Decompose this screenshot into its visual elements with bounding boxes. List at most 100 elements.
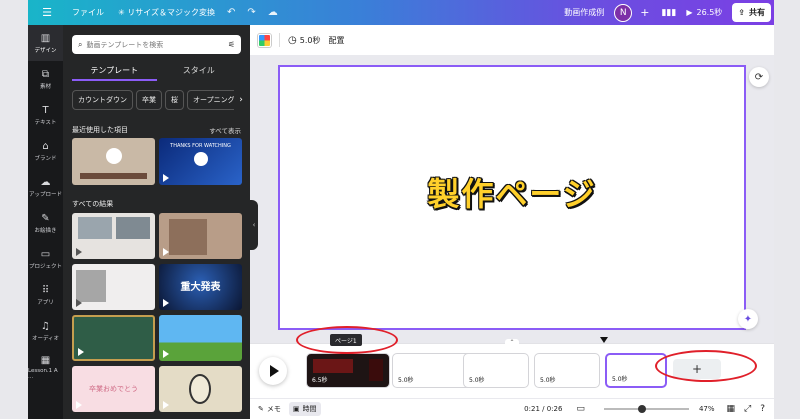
file-menu[interactable]: ファイル: [72, 7, 104, 18]
result-thumb-3[interactable]: [72, 264, 155, 310]
clip-duration: 6.5秒: [312, 377, 328, 384]
preview-button[interactable]: ▶ 26.5秒: [686, 7, 722, 18]
share-button[interactable]: ⇪ 共有: [732, 3, 771, 22]
music-icon: ♫: [41, 320, 50, 332]
zoom-slider[interactable]: [603, 405, 689, 413]
result-thumb-1[interactable]: [72, 213, 155, 259]
memo-label: メモ: [266, 405, 281, 413]
playhead[interactable]: [600, 337, 608, 343]
chip-sakura[interactable]: 桜: [165, 90, 184, 110]
undo-icon[interactable]: ↶: [227, 7, 235, 18]
rail-item-text[interactable]: T テキスト: [28, 97, 63, 133]
left-rail: ▥ デザイン ⧉ 素材 T テキスト ⌂ ブランド ☁ アップロード ✎ お絵描き ▭ プロジ…: [28, 25, 63, 419]
recent-title: 最近使用した項目: [72, 126, 128, 134]
lesson-thumb-icon: ▦: [40, 354, 51, 366]
rail-item-lesson[interactable]: ▦ Lesson.1 A ...: [28, 349, 63, 385]
analytics-icon[interactable]: ▮▮▮: [661, 8, 676, 18]
play-icon: [76, 299, 82, 307]
clip-duration: 5.0秒: [540, 377, 556, 384]
clip-duration: 5.0秒: [612, 376, 628, 383]
page-duration[interactable]: 5.0秒: [300, 35, 321, 46]
result-thumb-2[interactable]: [159, 213, 242, 259]
chevron-up-icon[interactable]: ⌃: [505, 339, 519, 347]
timeline-play-button[interactable]: [259, 357, 287, 385]
refresh-icon[interactable]: ⟳: [749, 67, 769, 87]
folder-icon: ▭: [40, 248, 51, 260]
rail-label: Lesson.1 A ...: [28, 367, 58, 380]
tab-template[interactable]: テンプレート: [72, 63, 157, 81]
magic-sparkle-icon[interactable]: ✦: [738, 309, 758, 329]
recent-header: 最近使用した項目 すべて表示: [72, 125, 241, 135]
result-thumb-7[interactable]: 卒業おめでとう: [72, 366, 155, 412]
time-button[interactable]: ▣ 時間: [288, 402, 321, 416]
zoom-slider-knob[interactable]: [637, 405, 646, 413]
chevron-right-icon[interactable]: ›: [234, 90, 248, 110]
thumb-sotsugyou-label: 卒業おめでとう: [89, 385, 138, 393]
rail-item-brand[interactable]: ⌂ ブランド: [28, 133, 63, 169]
rail-label: デザイン: [34, 47, 57, 54]
result-thumb-8[interactable]: [159, 366, 242, 412]
preview-duration: 26.5秒: [696, 8, 723, 17]
avatar[interactable]: N: [614, 3, 633, 22]
rail-label: アップロード: [28, 191, 62, 198]
recent-thumb-1[interactable]: [72, 138, 155, 185]
timeline-clip-1[interactable]: 6.5秒: [306, 353, 390, 388]
rail-item-uploads[interactable]: ☁ アップロード: [28, 169, 63, 205]
chip-graduation[interactable]: 卒業: [136, 90, 162, 110]
canvas-title-text[interactable]: 製作ページ: [280, 169, 744, 215]
memo-icon: ✎: [258, 405, 264, 413]
chip-countdown[interactable]: カウントダウン: [72, 90, 133, 110]
thumb-circle: [106, 148, 122, 164]
rail-item-elements[interactable]: ⧉ 素材: [28, 61, 63, 97]
thumb-photo: [78, 217, 112, 239]
rail-item-draw[interactable]: ✎ お絵描き: [28, 205, 63, 241]
project-name[interactable]: 動画作成例: [564, 7, 604, 18]
result-thumb-4[interactable]: 重大発表: [159, 264, 242, 310]
menu-icon[interactable]: ☰: [36, 6, 58, 19]
result-thumb-6[interactable]: [159, 315, 242, 361]
clock-icon[interactable]: ◷: [288, 35, 297, 46]
canva-editor: ☰ ファイル ✳ リサイズ＆マジック変換 ↶ ↷ ☁ 動画作成例 N + ▮▮▮…: [0, 0, 800, 419]
play-icon: [163, 248, 169, 256]
filter-icon[interactable]: ⚟: [228, 40, 235, 49]
rail-item-apps[interactable]: ⠿ アプリ: [28, 277, 63, 313]
recent-thumb-2[interactable]: THANKS FOR WATCHING: [159, 138, 242, 185]
arrange-button[interactable]: 配置: [328, 35, 344, 46]
template-search[interactable]: ⌕ ⚟: [72, 35, 241, 54]
timeline-clip-4[interactable]: 5.0秒: [534, 353, 600, 388]
timeline-icon: ▣: [292, 405, 300, 413]
search-input[interactable]: [86, 40, 224, 49]
timeline-clip-3[interactable]: 5.0秒: [463, 353, 529, 388]
share-label: 共有: [749, 8, 765, 17]
resize-magic-label: リサイズ＆マジック変換: [127, 8, 216, 17]
design-canvas[interactable]: 製作ページ: [278, 65, 746, 330]
page-view-icon[interactable]: ▭: [576, 404, 585, 414]
clip-duration: 5.0秒: [398, 377, 414, 384]
color-picker-icon[interactable]: [258, 33, 271, 47]
redo-icon[interactable]: ↷: [247, 7, 255, 18]
rail-item-audio[interactable]: ♫ オーディオ: [28, 313, 63, 349]
rail-item-projects[interactable]: ▭ プロジェクト: [28, 241, 63, 277]
template-panel: ⌕ ⚟ テンプレート スタイル カウントダウン 卒業 桜 オープニング › 最近…: [63, 25, 250, 419]
zoom-level[interactable]: 47%: [699, 405, 715, 413]
thumb-juudai-label: 重大発表: [180, 282, 221, 293]
tab-style[interactable]: スタイル: [157, 63, 242, 81]
add-collaborator-icon[interactable]: +: [640, 6, 649, 19]
design-icon: ▥: [40, 32, 51, 44]
see-all-link[interactable]: すべて表示: [209, 125, 241, 135]
brand-icon: ⌂: [42, 140, 49, 152]
memo-button[interactable]: ✎ メモ: [258, 404, 281, 414]
result-thumb-5[interactable]: [72, 315, 155, 361]
play-icon: [78, 348, 84, 356]
thumb-bar: [80, 173, 147, 179]
resize-magic-menu[interactable]: ✳ リサイズ＆マジック変換: [118, 7, 215, 18]
chip-opening[interactable]: オープニング: [187, 90, 241, 110]
top-bar: ☰ ファイル ✳ リサイズ＆マジック変換 ↶ ↷ ☁ 動画作成例 N + ▮▮▮…: [28, 0, 774, 25]
rail-item-design[interactable]: ▥ デザイン: [28, 25, 63, 61]
fullscreen-icon[interactable]: ⤢: [744, 404, 751, 414]
rail-label: お絵描き: [34, 227, 57, 234]
cloud-save-icon[interactable]: ☁: [268, 7, 278, 18]
grid-view-icon[interactable]: ▦: [727, 404, 736, 414]
help-icon[interactable]: ?: [760, 404, 765, 414]
panel-collapse-handle[interactable]: ‹: [250, 200, 258, 250]
